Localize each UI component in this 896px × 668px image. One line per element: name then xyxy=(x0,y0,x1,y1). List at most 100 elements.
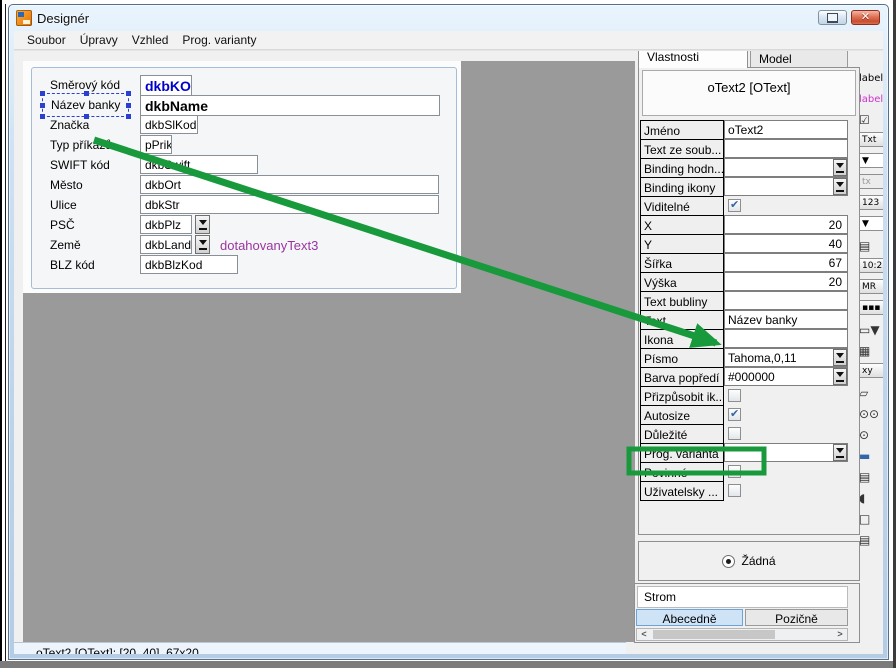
menu-item-0[interactable]: Soubor xyxy=(20,31,73,49)
tree-sort-positional-button[interactable]: Pozičně xyxy=(745,609,848,626)
selection-handle[interactable] xyxy=(40,114,45,119)
prop-label[interactable]: Binding hodn... xyxy=(640,158,724,178)
prop-dropdown-button[interactable] xyxy=(833,159,847,176)
form-field-input[interactable]: dkbSlKod xyxy=(140,115,198,134)
form-field-label[interactable]: BLZ kód xyxy=(50,258,95,272)
form-field-label[interactable]: Město xyxy=(50,178,83,192)
selection-handle[interactable] xyxy=(126,91,131,96)
scroll-right-icon[interactable]: > xyxy=(833,629,847,640)
prop-checkbox[interactable] xyxy=(728,408,741,421)
combo-dropdown-button[interactable] xyxy=(195,235,210,254)
prop-value[interactable] xyxy=(724,158,848,177)
prop-label[interactable]: X xyxy=(640,215,724,235)
radio-zadna[interactable] xyxy=(722,555,735,568)
scroll-left-icon[interactable]: < xyxy=(637,629,651,640)
form-field-label[interactable]: Název banky xyxy=(42,93,129,117)
menu-item-3[interactable]: Prog. varianty xyxy=(175,31,263,49)
close-button[interactable]: ✕ xyxy=(851,10,880,25)
menu-item-2[interactable]: Vzhled xyxy=(125,31,176,49)
tab-vlastnosti[interactable]: Vlastnosti xyxy=(638,50,748,68)
prop-value[interactable]: 20 xyxy=(724,272,848,291)
tree-sort-alphabetical-button[interactable]: Abecedně xyxy=(636,609,743,626)
prop-label[interactable]: Barva popředí xyxy=(640,367,724,387)
bubble-icon[interactable]: ◖ xyxy=(859,489,883,507)
prop-label[interactable]: Autosize xyxy=(640,405,724,425)
prop-value[interactable]: oText2 xyxy=(724,120,848,139)
title-bar[interactable]: Designér ✕ xyxy=(9,5,888,31)
form-field-input[interactable]: dkbPlz xyxy=(140,215,192,234)
prop-value[interactable]: Tahoma,0,11 xyxy=(724,348,848,367)
prop-checkbox[interactable] xyxy=(728,484,741,497)
scrollbar-thumb[interactable] xyxy=(653,630,775,639)
form-field-input[interactable]: dkbLand xyxy=(140,235,192,254)
textbox-readonly-icon[interactable]: tx xyxy=(859,174,883,189)
prop-label[interactable]: Viditelné xyxy=(640,196,724,216)
label-icon[interactable]: label xyxy=(859,69,883,87)
prop-value[interactable] xyxy=(724,329,848,348)
prop-label[interactable]: Text xyxy=(640,310,724,330)
prop-value[interactable]: Název banky xyxy=(724,310,848,329)
radio-group-icon[interactable]: ⊙⊙ xyxy=(859,405,883,423)
form-field-input[interactable]: dkbOrt xyxy=(140,175,439,194)
panel-icon[interactable]: □ xyxy=(859,510,883,528)
tab-page-icon[interactable]: xy xyxy=(859,363,883,378)
form-field-input[interactable]: dkbSwift xyxy=(140,155,258,174)
prop-checkbox[interactable] xyxy=(728,427,741,440)
prop-value[interactable]: 40 xyxy=(724,234,848,253)
button-icon[interactable]: ▬ xyxy=(859,447,883,465)
prop-label[interactable]: Binding ikony xyxy=(640,177,724,197)
prop-value[interactable]: #000000 xyxy=(724,367,848,386)
form-field-label[interactable]: SWIFT kód xyxy=(50,158,110,172)
form-field-label[interactable]: Země xyxy=(50,238,81,252)
selection-handle[interactable] xyxy=(40,91,45,96)
prop-checkbox[interactable] xyxy=(728,389,741,402)
form-field-label[interactable]: Značka xyxy=(50,118,89,132)
prop-dropdown-button[interactable] xyxy=(833,349,847,366)
radio-icon[interactable]: ⊙ xyxy=(859,426,883,444)
list-icon[interactable]: ▤ xyxy=(859,468,883,486)
datetime-icon[interactable]: 10:25 xyxy=(859,258,883,273)
prop-value[interactable] xyxy=(724,177,848,196)
dropdown-icon[interactable]: ▼ xyxy=(859,153,883,168)
prop-dropdown-button[interactable] xyxy=(833,368,847,385)
prop-dropdown-button[interactable] xyxy=(833,444,847,461)
prop-value[interactable]: 67 xyxy=(724,253,848,272)
selection-handle[interactable] xyxy=(84,91,89,96)
tree-horizontal-scrollbar[interactable]: < > xyxy=(636,628,848,641)
prop-checkbox[interactable] xyxy=(728,199,741,212)
dots-icon[interactable]: ▪▪▪ xyxy=(859,300,883,315)
prop-dropdown-button[interactable] xyxy=(833,178,847,195)
combobox-icon[interactable]: ▭▼ xyxy=(859,321,883,339)
menu-item-1[interactable]: Úpravy xyxy=(73,31,125,49)
selection-handle[interactable] xyxy=(40,103,45,108)
selection-handle[interactable] xyxy=(126,103,131,108)
textbox-icon[interactable]: Txt xyxy=(859,132,883,147)
number-field-icon[interactable]: 123 xyxy=(859,195,883,210)
form-field-label[interactable]: Typ příkazů xyxy=(50,138,112,152)
prop-label[interactable]: Povinné xyxy=(640,462,724,482)
minimize-button[interactable] xyxy=(818,10,847,25)
form-field-input[interactable]: dkbKOd xyxy=(140,75,192,96)
prop-label[interactable]: Ikona xyxy=(640,329,724,349)
mr-icon[interactable]: MR xyxy=(859,279,883,294)
prop-label[interactable]: Výška xyxy=(640,272,724,292)
linked-text-label[interactable]: dotahovanyText3 xyxy=(220,238,318,253)
prop-label[interactable]: Text bubliny xyxy=(640,291,724,311)
prop-value[interactable]: 20 xyxy=(724,215,848,234)
form-field-label[interactable]: Ulice xyxy=(50,198,77,212)
prop-value[interactable] xyxy=(724,291,848,310)
prop-value[interactable] xyxy=(724,139,848,158)
prop-label[interactable]: Y xyxy=(640,234,724,254)
prop-label[interactable]: Šířka xyxy=(640,253,724,273)
form-field-input[interactable]: dbkStr xyxy=(140,195,439,214)
grid-icon[interactable]: ▤ xyxy=(859,237,883,255)
combo-dropdown-button[interactable] xyxy=(195,215,210,234)
selection-handle[interactable] xyxy=(126,114,131,119)
form-field-input[interactable]: dkbBlzKod xyxy=(140,255,238,274)
form-field-input[interactable]: pPrik xyxy=(140,135,172,154)
prop-value[interactable] xyxy=(724,443,848,462)
checkbox-icon[interactable]: ☑ xyxy=(859,111,883,129)
splitter-icon[interactable]: ▤ xyxy=(859,531,883,549)
form-field-label[interactable]: Směrový kód xyxy=(50,78,120,92)
prop-label[interactable]: Důležité xyxy=(640,424,724,444)
